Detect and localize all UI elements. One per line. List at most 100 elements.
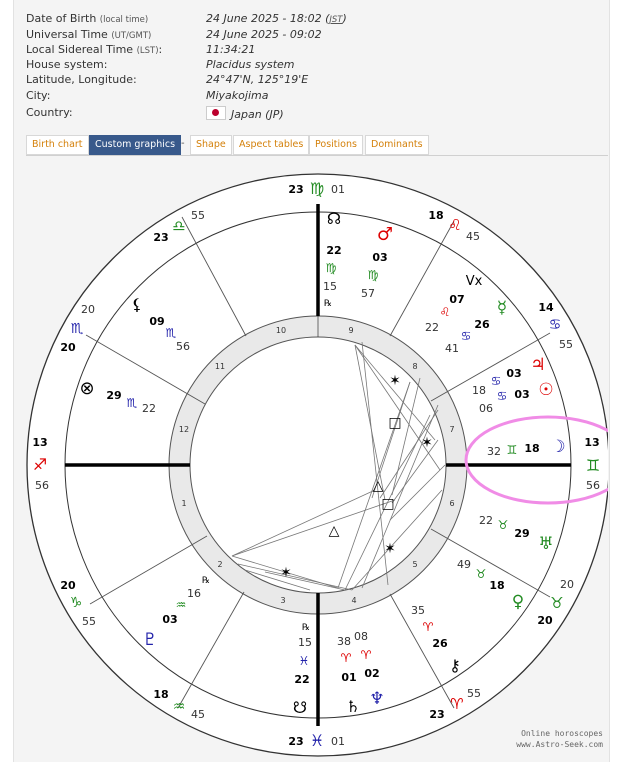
- venus-icon: ♀: [512, 592, 524, 612]
- leo-icon: ♌: [440, 305, 451, 319]
- svg-text:18: 18: [153, 688, 168, 701]
- house-number-2: 2: [217, 560, 222, 569]
- aries-icon: ♈: [423, 620, 434, 634]
- aspect-sextile-1: ✶: [389, 373, 401, 389]
- svg-text:41: 41: [445, 342, 459, 355]
- aries-icon: ♈: [450, 695, 463, 713]
- japan-flag-icon: [206, 106, 226, 120]
- aspect-trine-1: △: [373, 478, 384, 494]
- svg-text:22: 22: [479, 514, 493, 527]
- aspect-sextile-2: ✶: [421, 435, 433, 451]
- aspect-sextile-3: ✶: [384, 541, 396, 557]
- south-node-icon: ☋: [293, 698, 307, 717]
- aquarius-icon: ♒: [176, 598, 187, 612]
- svg-text:20: 20: [81, 303, 95, 316]
- svg-text:55: 55: [467, 687, 481, 700]
- svg-text:45: 45: [191, 708, 205, 721]
- svg-text:06: 06: [479, 402, 493, 415]
- aspect-square-1: □: [388, 415, 401, 431]
- retrograde-icon: ℞: [324, 299, 332, 309]
- part-of-fortune-icon: ⊗: [79, 378, 94, 399]
- scorpio-icon: ♏: [71, 321, 84, 337]
- svg-text:55: 55: [191, 209, 205, 222]
- house-number-3: 3: [280, 596, 285, 605]
- cusp-1-asc: 13 ♐ 56: [32, 436, 49, 492]
- svg-text:49: 49: [457, 558, 471, 571]
- jupiter-icon: ♃: [530, 355, 545, 375]
- svg-text:18: 18: [489, 579, 504, 592]
- svg-text:23: 23: [429, 708, 444, 721]
- svg-text:03: 03: [372, 251, 387, 264]
- retrograde-icon: ℞: [302, 623, 310, 633]
- vertex-icon: Vx: [466, 274, 483, 289]
- mars-icon: ♂: [377, 224, 393, 245]
- site-credit-link[interactable]: www.Astro-Seek.com: [516, 739, 603, 750]
- chiron-icon: ⚷: [449, 656, 461, 675]
- svg-text:35: 35: [411, 604, 425, 617]
- tab-shape[interactable]: Shape: [190, 135, 232, 155]
- svg-text:08: 08: [354, 630, 368, 643]
- taurus-icon: ♉: [498, 518, 509, 532]
- wheel-structure: [26, 173, 608, 757]
- tabs-underline: [26, 155, 608, 156]
- svg-text:32: 32: [487, 445, 501, 458]
- aries-icon: ♈: [341, 651, 352, 665]
- svg-text:55: 55: [559, 338, 573, 351]
- cancer-icon: ♋: [461, 329, 472, 343]
- svg-text:56: 56: [586, 479, 600, 492]
- svg-text:03: 03: [514, 388, 529, 401]
- aspect-square-2: □: [381, 496, 394, 512]
- timezone-link[interactable]: JST: [329, 15, 342, 25]
- svg-text:22: 22: [142, 402, 156, 415]
- house-number-12: 12: [179, 425, 189, 434]
- mercury-icon: ☿: [497, 298, 507, 318]
- scorpio-icon: ♏: [166, 326, 177, 340]
- saturn-icon: ♄: [346, 697, 360, 716]
- tab-separator: -: [181, 138, 185, 149]
- pisces-icon: ♓: [299, 654, 310, 668]
- tab-dominants[interactable]: Dominants: [365, 135, 429, 155]
- libra-icon: ♎: [172, 217, 185, 235]
- virgo-icon: ♍: [326, 261, 337, 275]
- sagittarius-icon: ♐: [33, 455, 47, 474]
- cancer-icon: ♋: [549, 317, 562, 333]
- gemini-icon: ♊: [507, 443, 518, 457]
- moon-icon: ☽: [550, 437, 565, 457]
- tab-positions[interactable]: Positions: [309, 135, 363, 155]
- tab-aspect-tables[interactable]: Aspect tables: [233, 135, 310, 155]
- house-number-7: 7: [449, 425, 454, 434]
- svg-text:20: 20: [60, 341, 76, 354]
- svg-text:22: 22: [326, 244, 341, 257]
- svg-text:55: 55: [82, 615, 96, 628]
- aspect-trine-2: △: [329, 523, 340, 539]
- aspect-sextile-4: ✶: [280, 565, 292, 581]
- svg-text:03: 03: [506, 367, 521, 380]
- retrograde-icon: ℞: [202, 576, 210, 586]
- site-credit: Online horoscopes www.Astro-Seek.com: [516, 729, 603, 750]
- svg-text:20: 20: [537, 614, 553, 627]
- svg-text:26: 26: [432, 637, 448, 650]
- svg-text:15: 15: [323, 280, 337, 293]
- tab-custom-graphics[interactable]: Custom graphics: [89, 135, 182, 155]
- svg-text:13: 13: [584, 436, 599, 449]
- natal-chart-wheel: 1 2 3 4 5 6 7 8 9 10 11 12 ✶ □ ✶ △ □ ✶ △…: [26, 173, 608, 757]
- svg-text:01: 01: [331, 183, 345, 196]
- lilith-icon: ⚸: [131, 295, 143, 314]
- cusp-7-dsc: 13 ♊ 56: [584, 436, 600, 492]
- north-node-icon: ☊: [327, 209, 341, 228]
- svg-text:45: 45: [466, 230, 480, 243]
- house-number-1: 1: [181, 499, 186, 508]
- uranus-icon: ♅: [538, 534, 553, 554]
- aspect-circle: [189, 336, 447, 594]
- virgo-icon: ♍: [310, 179, 324, 198]
- svg-text:23: 23: [288, 735, 303, 748]
- svg-text:13: 13: [32, 436, 47, 449]
- svg-text:14: 14: [538, 301, 554, 314]
- svg-text:26: 26: [474, 318, 490, 331]
- house-number-5: 5: [412, 560, 417, 569]
- tab-birth-chart[interactable]: Birth chart: [26, 135, 89, 155]
- svg-text:23: 23: [288, 183, 303, 196]
- svg-text:38: 38: [337, 635, 351, 648]
- taurus-icon: ♉: [476, 567, 487, 581]
- scorpio-icon: ♏: [127, 396, 138, 410]
